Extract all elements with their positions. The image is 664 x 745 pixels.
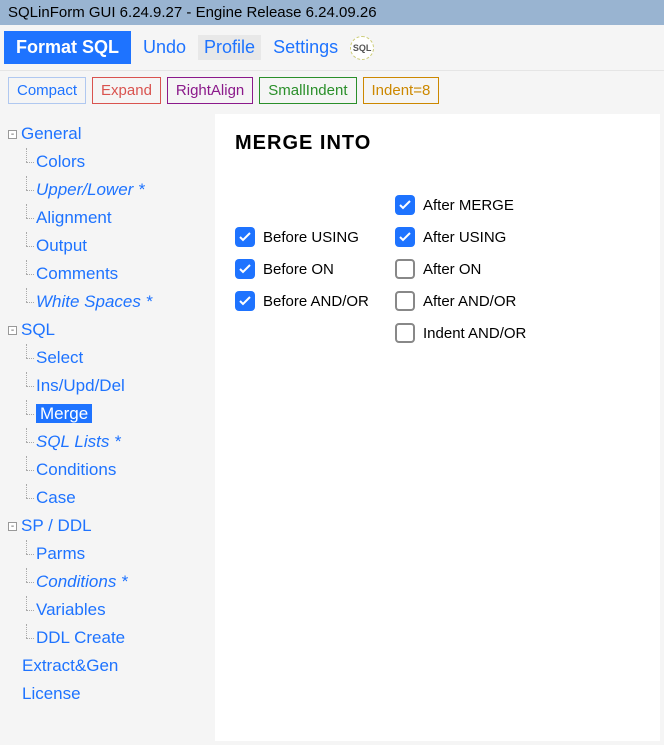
rightalign-button[interactable]: RightAlign (167, 77, 253, 104)
check-label: Before AND/OR (263, 293, 369, 310)
checkbox-icon[interactable] (395, 259, 415, 279)
tree-conditions[interactable]: Conditions (36, 460, 116, 479)
tree-sql[interactable]: SQL (21, 320, 55, 339)
check-before-andor[interactable]: Before AND/OR (235, 291, 395, 311)
check-label: After MERGE (423, 197, 514, 214)
format-options-toolbar: Compact Expand RightAlign SmallIndent In… (0, 71, 664, 110)
check-before-using[interactable]: Before USING (235, 227, 395, 247)
tree-select[interactable]: Select (36, 348, 83, 367)
collapse-icon[interactable]: - (8, 130, 17, 139)
tree-case[interactable]: Case (36, 488, 76, 507)
tree-sqllists[interactable]: SQL Lists * (36, 432, 121, 451)
tree-ddlcreate[interactable]: DDL Create (36, 628, 125, 647)
checkbox-icon[interactable] (395, 291, 415, 311)
check-after-using[interactable]: After USING (395, 227, 565, 247)
checkbox-icon[interactable] (395, 227, 415, 247)
checkbox-icon[interactable] (395, 323, 415, 343)
check-label: Before ON (263, 261, 334, 278)
tree-comments[interactable]: Comments (36, 264, 118, 283)
profile-button[interactable]: Profile (198, 35, 261, 60)
format-sql-button[interactable]: Format SQL (4, 31, 131, 64)
tree-merge[interactable]: Merge (36, 404, 92, 423)
check-label: After USING (423, 229, 506, 246)
tree-license[interactable]: License (22, 684, 81, 703)
nav-tree: -General Colors Upper/Lower * Alignment … (0, 110, 215, 745)
checkbox-icon[interactable] (235, 291, 255, 311)
content-panel: MERGE INTO After MERGE Before USING Afte… (215, 114, 660, 741)
window-title: SQLinForm GUI 6.24.9.27 - Engine Release… (0, 0, 664, 25)
indent8-button[interactable]: Indent=8 (363, 77, 440, 104)
checkbox-icon[interactable] (395, 195, 415, 215)
main-toolbar: Format SQL Undo Profile Settings SQL (0, 25, 664, 71)
tree-whitespaces[interactable]: White Spaces * (36, 292, 152, 311)
checkbox-icon[interactable] (235, 259, 255, 279)
check-indent-andor[interactable]: Indent AND/OR (395, 323, 565, 343)
check-after-on[interactable]: After ON (395, 259, 565, 279)
panel-heading: MERGE INTO (235, 132, 640, 155)
compact-button[interactable]: Compact (8, 77, 86, 104)
undo-button[interactable]: Undo (143, 37, 186, 58)
check-label: After ON (423, 261, 481, 278)
collapse-icon[interactable]: - (8, 326, 17, 335)
check-after-merge[interactable]: After MERGE (395, 195, 565, 215)
settings-button[interactable]: Settings (273, 37, 338, 58)
tree-variables[interactable]: Variables (36, 600, 106, 619)
tree-alignment[interactable]: Alignment (36, 208, 112, 227)
tree-insupddel[interactable]: Ins/Upd/Del (36, 376, 125, 395)
sql-logo-icon: SQL (350, 36, 374, 60)
tree-colors[interactable]: Colors (36, 152, 85, 171)
tree-general[interactable]: General (21, 124, 81, 143)
check-label: Indent AND/OR (423, 325, 526, 342)
tree-spddl-conditions[interactable]: Conditions * (36, 572, 128, 591)
checkbox-icon[interactable] (235, 227, 255, 247)
collapse-icon[interactable]: - (8, 522, 17, 531)
expand-button[interactable]: Expand (92, 77, 161, 104)
tree-output[interactable]: Output (36, 236, 87, 255)
tree-upperlower[interactable]: Upper/Lower * (36, 180, 145, 199)
tree-parms[interactable]: Parms (36, 544, 85, 563)
smallindent-button[interactable]: SmallIndent (259, 77, 356, 104)
check-label: Before USING (263, 229, 359, 246)
tree-spddl[interactable]: SP / DDL (21, 516, 92, 535)
check-label: After AND/OR (423, 293, 516, 310)
check-before-on[interactable]: Before ON (235, 259, 395, 279)
check-after-andor[interactable]: After AND/OR (395, 291, 565, 311)
tree-extractgen[interactable]: Extract&Gen (22, 656, 118, 675)
